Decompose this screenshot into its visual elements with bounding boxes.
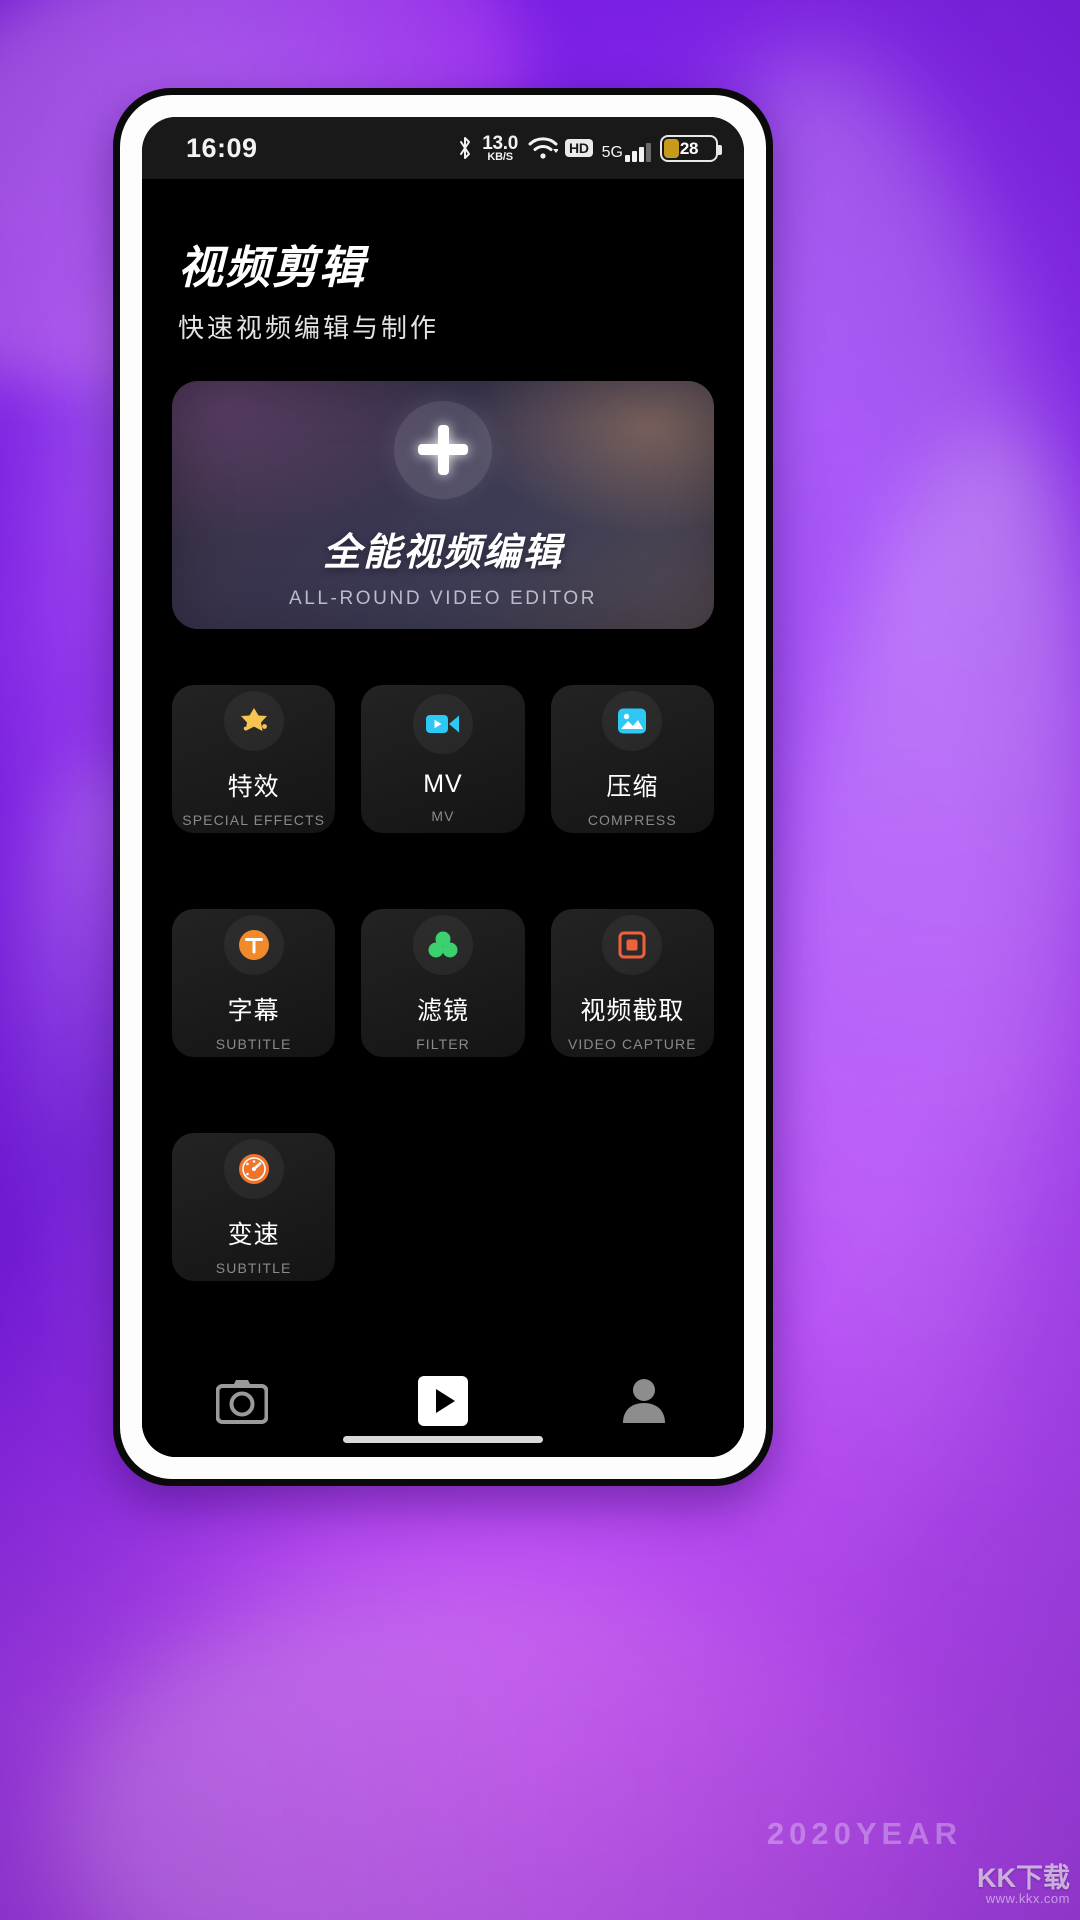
play-icon (416, 1374, 470, 1433)
tile-label-en: FILTER (416, 1035, 470, 1052)
tile-label-cn: 视频截取 (580, 996, 685, 1025)
battery-icon: 28 (660, 134, 722, 162)
tile-filter[interactable]: 滤镜 FILTER (361, 909, 525, 1057)
speedometer-icon (223, 1138, 284, 1199)
hero-subtitle: ALL-ROUND VIDEO EDITOR (288, 587, 598, 609)
tile-video-capture[interactable]: 视频截取 VIDEO CAPTURE (550, 909, 714, 1057)
profile-icon (619, 1377, 669, 1430)
tile-speed[interactable]: 变速 SUBTITLE (172, 1133, 336, 1281)
cellular-signal-icon: 5G (602, 134, 651, 162)
signal-bar (646, 143, 651, 162)
tile-label-en: MV (431, 808, 455, 824)
watermark-site: KK下载 www.kkx.com (977, 1864, 1070, 1906)
tile-label-en: SPECIAL EFFECTS (182, 811, 326, 828)
network-speed-unit: KB/S (487, 150, 513, 163)
signal-bar (639, 147, 644, 162)
phone-bezel: 16:09 13.0 KB/S HD 5G 28 视频剪辑 快速视频编辑与制作 … (120, 95, 766, 1479)
page-subtitle: 快速视频编辑与制作 (178, 313, 440, 343)
tile-label-cn: 变速 (227, 1220, 280, 1249)
text-t-icon (223, 914, 284, 975)
video-camera-icon (412, 694, 473, 754)
page-title: 视频剪辑 (178, 242, 367, 293)
signal-bar (625, 155, 630, 162)
filter-circles-icon (412, 914, 473, 975)
network-type-label: 5G (601, 144, 623, 161)
tile-special-effects[interactable]: 特效 SPECIAL EFFECTS (172, 685, 336, 833)
tile-label-en: SUBTITLE (215, 1035, 292, 1052)
tile-label-cn: 滤镜 (416, 996, 469, 1025)
camera-icon (215, 1378, 269, 1429)
tile-label-en: VIDEO CAPTURE (567, 1035, 697, 1052)
battery-level: 28 (679, 138, 699, 158)
status-icons: 13.0 KB/S HD 5G 28 (457, 134, 722, 163)
tile-subtitle[interactable]: 字幕 SUBTITLE (172, 909, 336, 1057)
sparkle-star-icon (223, 690, 284, 751)
status-bar: 16:09 13.0 KB/S HD 5G 28 (142, 117, 744, 179)
watermark-year: 2020YEAR (766, 1816, 962, 1851)
network-speed-value: 13.0 (482, 132, 519, 154)
feature-grid: 特效 SPECIAL EFFECTS MV MV 压缩 COMPRESS 字幕 … (172, 685, 714, 1281)
phone-mockup: 16:09 13.0 KB/S HD 5G 28 视频剪辑 快速视频编辑与制作 … (113, 88, 773, 1486)
status-clock: 16:09 (186, 132, 258, 163)
tile-label-cn: MV (423, 770, 463, 798)
network-speed: 13.0 KB/S (482, 134, 518, 163)
signal-bar (632, 151, 637, 162)
tile-label-cn: 压缩 (606, 772, 659, 801)
tile-compress[interactable]: 压缩 COMPRESS (550, 685, 714, 833)
image-compress-icon (602, 690, 663, 751)
plus-icon[interactable] (394, 400, 492, 499)
bluetooth-icon (457, 136, 473, 160)
home-indicator[interactable] (343, 1436, 543, 1443)
watermark-site-url: www.kkx.com (985, 1891, 1070, 1907)
hero-title: 全能视频编辑 (322, 531, 563, 574)
wifi-icon (528, 137, 560, 159)
tile-label-cn: 特效 (227, 772, 280, 801)
all-round-editor-card[interactable]: 全能视频编辑 ALL-ROUND VIDEO EDITOR (172, 381, 714, 629)
nav-profile[interactable] (544, 1349, 743, 1457)
app-content: 视频剪辑 快速视频编辑与制作 全能视频编辑 ALL-ROUND VIDEO ED… (142, 179, 744, 1457)
tile-mv[interactable]: MV MV (361, 685, 525, 833)
phone-screen: 16:09 13.0 KB/S HD 5G 28 视频剪辑 快速视频编辑与制作 … (142, 117, 744, 1457)
tile-label-cn: 字幕 (227, 996, 280, 1025)
tile-label-en: SUBTITLE (215, 1259, 292, 1276)
tile-label-en: COMPRESS (587, 811, 677, 828)
watermark-site-name: KK下载 (977, 1863, 1070, 1894)
hd-badge: HD (565, 138, 593, 158)
nav-camera[interactable] (143, 1349, 342, 1457)
crop-frame-icon (602, 914, 663, 975)
